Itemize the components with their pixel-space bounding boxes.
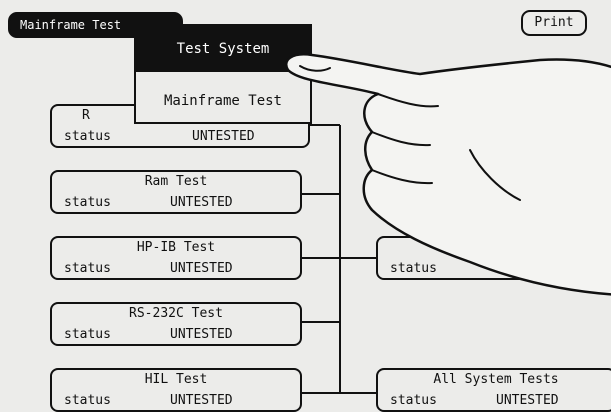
- pointing-hand-icon: [285, 53, 611, 296]
- test-screen: Mainframe Test Print R status UNTESTED R…: [0, 0, 611, 412]
